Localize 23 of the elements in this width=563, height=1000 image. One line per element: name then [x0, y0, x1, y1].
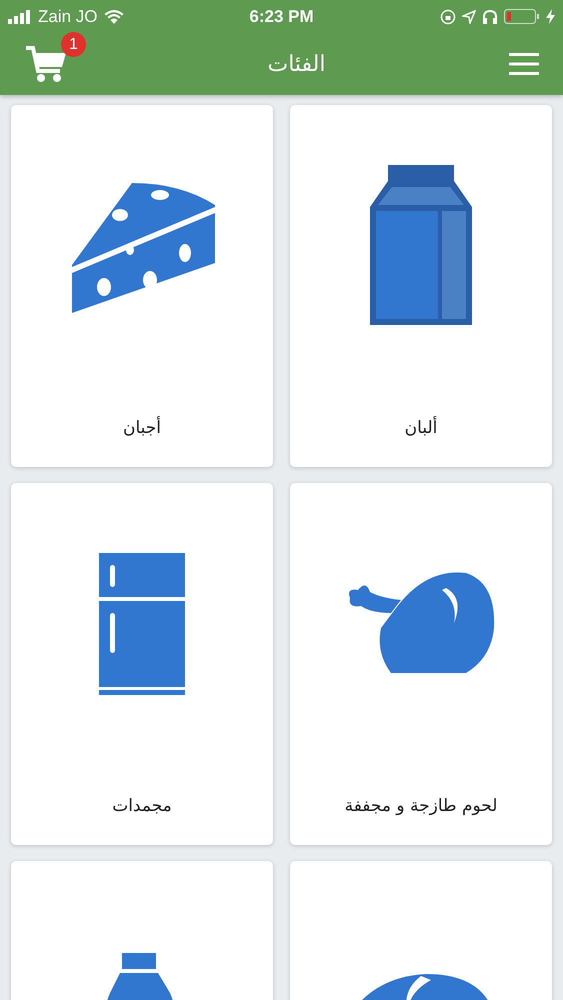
carrier-name: Zain JO	[38, 6, 98, 26]
category-label: لحوم طازجة و مجففة	[344, 796, 498, 816]
menu-icon	[509, 53, 539, 75]
headphones-icon	[482, 9, 498, 24]
status-time: 6:23 PM	[249, 6, 314, 26]
refrigerator-icon	[97, 550, 187, 696]
cart-count-badge: 1	[61, 32, 86, 57]
category-card[interactable]: أجبان	[11, 105, 273, 467]
category-label: ألبان	[404, 418, 438, 438]
category-label: مجمدات	[112, 796, 172, 816]
page-title: الفئات	[268, 52, 326, 76]
shopping-cart-icon	[26, 45, 66, 83]
category-card[interactable]: مجمدات	[11, 483, 273, 845]
cart-button[interactable]: 1	[26, 32, 86, 86]
wifi-icon	[104, 9, 124, 24]
category-card[interactable]: ألبان	[290, 105, 552, 467]
category-label: أجبان	[122, 418, 162, 438]
signal-icon	[8, 10, 32, 24]
charging-bolt-icon	[546, 9, 555, 24]
category-card[interactable]: لحوم طازجة و مجففة	[290, 483, 552, 845]
rotation-lock-icon	[440, 8, 456, 24]
location-arrow-icon	[462, 10, 476, 24]
battery-icon	[504, 9, 540, 24]
